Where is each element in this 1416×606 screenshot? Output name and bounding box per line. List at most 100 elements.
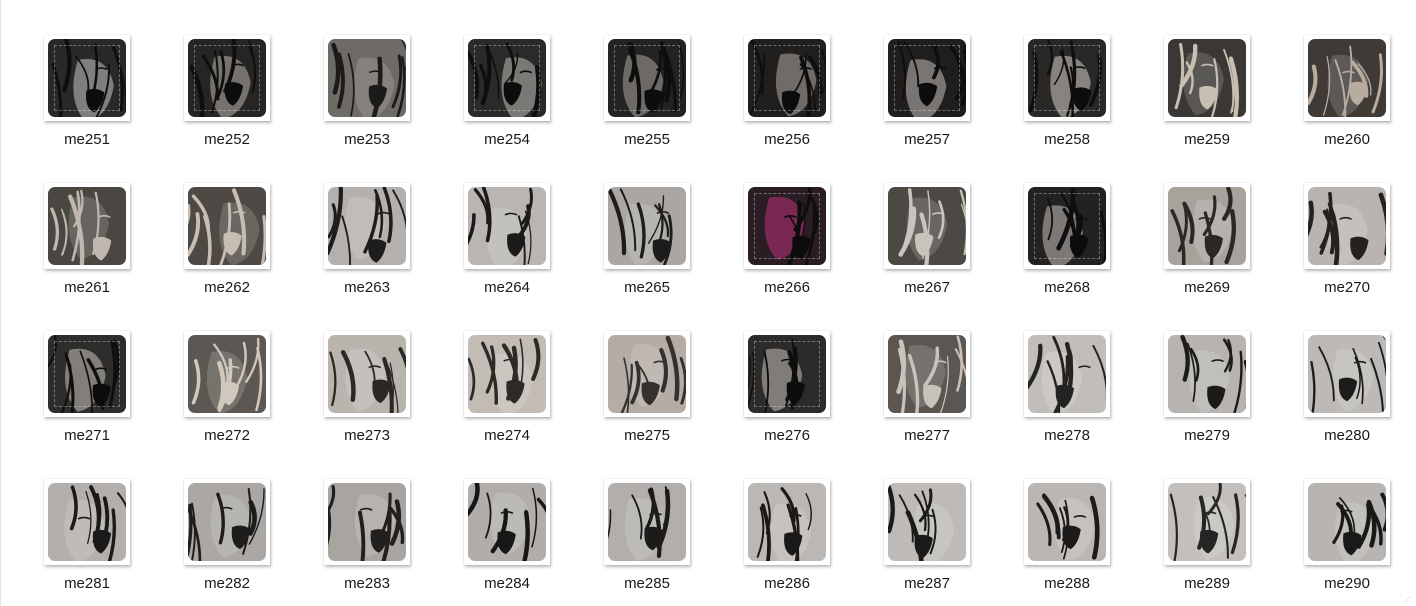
file-name-label: me275: [624, 427, 670, 444]
file-name-label: me251: [64, 131, 110, 148]
file-item[interactable]: me264: [443, 181, 573, 311]
thumbnail-frame: [604, 35, 690, 121]
file-item[interactable]: me283: [303, 477, 433, 606]
file-item[interactable]: me289: [1143, 477, 1273, 606]
file-item[interactable]: me276: [723, 329, 853, 459]
resize-grip-icon[interactable]: ⋰: [1404, 597, 1412, 604]
file-name-label: me283: [344, 575, 390, 592]
file-item[interactable]: me271: [23, 329, 153, 459]
file-item[interactable]: me268: [1003, 181, 1133, 311]
file-item[interactable]: me260: [1283, 33, 1413, 163]
file-item[interactable]: me287: [863, 477, 993, 606]
image-thumbnail: [188, 187, 266, 265]
file-item[interactable]: me256: [723, 33, 853, 163]
file-name-label: me269: [1184, 279, 1230, 296]
image-thumbnail: [608, 187, 686, 265]
file-item[interactable]: me285: [583, 477, 713, 606]
image-thumbnail: [188, 335, 266, 413]
image-thumbnail: [328, 39, 406, 117]
file-item[interactable]: me261: [23, 181, 153, 311]
file-name-label: me276: [764, 427, 810, 444]
thumbnail-frame: [184, 331, 270, 417]
file-item[interactable]: me279: [1143, 329, 1273, 459]
file-item[interactable]: me282: [163, 477, 293, 606]
image-thumbnail: [468, 187, 546, 265]
thumbnail-frame: [44, 183, 130, 269]
image-thumbnail: [888, 187, 966, 265]
thumbnail-frame: [604, 479, 690, 565]
file-item[interactable]: me270: [1283, 181, 1413, 311]
file-item[interactable]: me254: [443, 33, 573, 163]
file-item[interactable]: me267: [863, 181, 993, 311]
image-thumbnail: [1168, 39, 1246, 117]
image-thumbnail: [48, 39, 126, 117]
file-item[interactable]: me280: [1283, 329, 1413, 459]
image-thumbnail: [468, 39, 546, 117]
file-item[interactable]: me259: [1143, 33, 1273, 163]
file-name-label: me273: [344, 427, 390, 444]
file-item[interactable]: me269: [1143, 181, 1273, 311]
thumbnail-frame: [884, 331, 970, 417]
file-name-label: me282: [204, 575, 250, 592]
thumbnail-frame: [1024, 479, 1110, 565]
thumbnail-frame: [884, 479, 970, 565]
image-thumbnail: [328, 187, 406, 265]
file-name-label: me266: [764, 279, 810, 296]
image-thumbnail: [468, 335, 546, 413]
file-name-label: me256: [764, 131, 810, 148]
file-item[interactable]: me252: [163, 33, 293, 163]
image-thumbnail: [1028, 187, 1106, 265]
file-item[interactable]: me253: [303, 33, 433, 163]
file-item[interactable]: me262: [163, 181, 293, 311]
file-item[interactable]: me278: [1003, 329, 1133, 459]
file-name-label: me252: [204, 131, 250, 148]
file-item[interactable]: me281: [23, 477, 153, 606]
file-item[interactable]: me274: [443, 329, 573, 459]
thumbnail-frame: [1024, 331, 1110, 417]
file-name-label: me277: [904, 427, 950, 444]
file-item[interactable]: me290: [1283, 477, 1413, 606]
file-item[interactable]: me277: [863, 329, 993, 459]
thumbnail-frame: [744, 183, 830, 269]
file-name-label: me264: [484, 279, 530, 296]
image-thumbnail: [328, 483, 406, 561]
thumbnail-frame: [44, 479, 130, 565]
navigation-pane-border: [0, 0, 1, 606]
image-thumbnail: [48, 335, 126, 413]
thumbnail-frame: [1304, 479, 1390, 565]
file-item[interactable]: me255: [583, 33, 713, 163]
file-item[interactable]: me286: [723, 477, 853, 606]
file-item[interactable]: me263: [303, 181, 433, 311]
image-thumbnail: [748, 335, 826, 413]
image-thumbnail: [1028, 335, 1106, 413]
image-thumbnail: [888, 335, 966, 413]
file-item[interactable]: me288: [1003, 477, 1133, 606]
image-thumbnail: [748, 187, 826, 265]
file-item[interactable]: me251: [23, 33, 153, 163]
file-item[interactable]: me258: [1003, 33, 1133, 163]
file-item[interactable]: me272: [163, 329, 293, 459]
image-thumbnail: [608, 335, 686, 413]
file-name-label: me259: [1184, 131, 1230, 148]
file-item[interactable]: me257: [863, 33, 993, 163]
thumbnail-frame: [744, 35, 830, 121]
file-name-label: me261: [64, 279, 110, 296]
file-name-label: me267: [904, 279, 950, 296]
file-item[interactable]: me265: [583, 181, 713, 311]
thumbnail-frame: [1304, 331, 1390, 417]
image-thumbnail: [1308, 483, 1386, 561]
file-explorer-window: me251 me252 me253 me254 me255 me256 me257 me258…: [0, 0, 1416, 606]
file-item[interactable]: me275: [583, 329, 713, 459]
image-thumbnail: [188, 483, 266, 561]
image-thumbnail: [1308, 187, 1386, 265]
file-name-label: me287: [904, 575, 950, 592]
file-item[interactable]: me266: [723, 181, 853, 311]
file-item[interactable]: me273: [303, 329, 433, 459]
file-name-label: me271: [64, 427, 110, 444]
thumbnail-frame: [1024, 35, 1110, 121]
file-name-label: me260: [1324, 131, 1370, 148]
file-item[interactable]: me284: [443, 477, 573, 606]
file-name-label: me279: [1184, 427, 1230, 444]
file-name-label: me285: [624, 575, 670, 592]
thumbnail-frame: [464, 331, 550, 417]
